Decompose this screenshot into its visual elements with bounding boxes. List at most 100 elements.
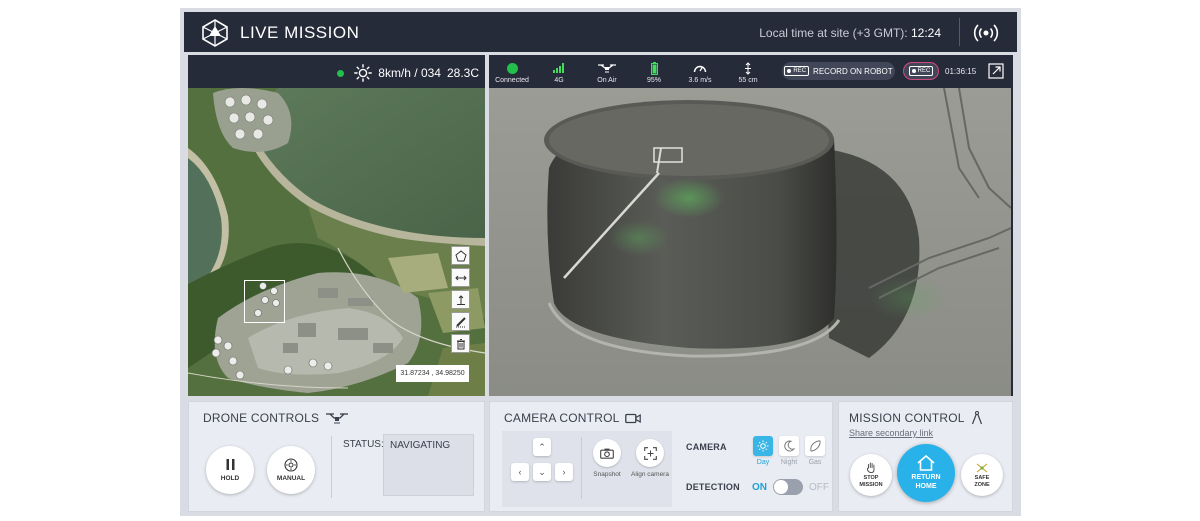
connection-dot-icon [506, 62, 518, 74]
return-home-line1: RETURN [911, 474, 941, 482]
chevron-down-icon: ⌄ [538, 466, 546, 477]
record-button-tag: REC [908, 66, 934, 76]
camera-control-label: CAMERA CONTROL [504, 411, 620, 425]
rec-dot-icon [787, 69, 792, 73]
camera-feed[interactable] [489, 88, 1011, 396]
safe-zone-line2: ZONE [974, 481, 990, 488]
mission-control-title: MISSION CONTROL [849, 411, 983, 425]
selection-box[interactable] [244, 280, 285, 323]
drone-controls-panel: DRONE CONTROLS HOLD MANUAL STATUS: NAVIG… [188, 401, 485, 512]
height-label: 55 cm [738, 77, 758, 84]
detection-off-label: OFF [809, 482, 829, 493]
app-header: LIVE MISSION Local time at site (+3 GMT)… [184, 12, 1017, 52]
align-camera-button[interactable]: Align camera [629, 439, 671, 478]
drone-controls-label: DRONE CONTROLS [203, 411, 320, 425]
rec-tag-label: REC [793, 68, 807, 74]
battery-icon [650, 61, 658, 75]
recording-timer: 01:36:15 [945, 67, 977, 76]
wind-readout: 8km/h / 034 [378, 66, 441, 80]
detection-on-label: ON [752, 482, 767, 493]
chevron-right-icon: › [562, 467, 566, 477]
manual-button[interactable]: MANUAL [267, 446, 315, 494]
camera-control-panel: CAMERA CONTROL ⌃ ‹ ⌄ › Snapshot Align ca… [489, 401, 833, 512]
local-time: Local time at site (+3 GMT): 12:24 [759, 26, 941, 40]
map-toolbar [451, 246, 470, 353]
safe-zone-icon [976, 463, 988, 473]
camera-control-title: CAMERA CONTROL [504, 411, 642, 425]
mode-gas-button[interactable]: Gas [804, 436, 826, 466]
gas-icon [810, 440, 821, 452]
altitude-tool[interactable] [451, 290, 470, 309]
mission-control-label: MISSION CONTROL [849, 411, 965, 425]
pan-down-button[interactable]: ⌄ [533, 463, 551, 481]
sun-icon [757, 440, 769, 452]
hold-label: HOLD [220, 475, 240, 483]
stop-mission-button[interactable]: STOP MISSION [850, 454, 892, 496]
flight-stat: On Air [590, 61, 624, 84]
return-home-line2: HOME [915, 482, 937, 490]
sun-icon [354, 64, 373, 82]
camera-feed-image [489, 88, 1011, 396]
battery-stat: 95% [641, 61, 667, 84]
align-icon [643, 446, 657, 460]
status-display: NAVIGATING [383, 434, 474, 496]
share-secondary-link[interactable]: Share secondary link [849, 428, 933, 438]
return-home-button[interactable]: RETURN HOME [897, 444, 955, 502]
pencil-icon [455, 316, 466, 327]
speed-stat: 3.6 m/s [684, 61, 716, 84]
joystick-icon [284, 458, 298, 472]
chevron-left-icon: ‹ [518, 467, 522, 477]
polygon-tool[interactable] [451, 246, 470, 265]
status-value: NAVIGATING [390, 440, 451, 451]
page-title: LIVE MISSION [240, 23, 360, 42]
height-stat: 55 cm [733, 61, 763, 84]
status-label: STATUS: [343, 439, 384, 450]
app-frame: LIVE MISSION Local time at site (+3 GMT)… [180, 8, 1021, 516]
moon-icon [784, 440, 795, 452]
detection-label: DETECTION [686, 482, 740, 492]
battery-label: 95% [646, 77, 661, 84]
signal-bars-icon [553, 63, 564, 73]
telemetry-bar: Connected 4G On Air 95% 3.6 m/s 55 cm RE… [489, 55, 1013, 88]
broadcast-icon[interactable] [973, 20, 999, 46]
camera-mode-label: CAMERA [686, 442, 727, 452]
record-button-label: REC [917, 68, 931, 74]
hand-stop-icon [866, 462, 875, 474]
mode-night-button[interactable]: Night [778, 436, 800, 466]
rec-tag: REC [784, 66, 810, 76]
satellite-map[interactable] [188, 88, 485, 396]
pan-right-button[interactable]: › [555, 463, 573, 481]
delete-tool[interactable] [451, 334, 470, 353]
stop-mission-line2: MISSION [859, 481, 883, 488]
popout-icon[interactable] [988, 63, 1004, 79]
align-camera-label: Align camera [631, 471, 669, 478]
pan-left-button[interactable]: ‹ [511, 463, 529, 481]
safe-zone-button[interactable]: SAFE ZONE [961, 454, 1003, 496]
header-divider [959, 18, 960, 46]
mode-day-button[interactable]: Day [752, 436, 774, 466]
trash-icon [456, 338, 465, 349]
hold-button[interactable]: HOLD [206, 446, 254, 494]
temperature-readout: 28.3C [446, 66, 479, 80]
drone-icon [326, 413, 349, 424]
map-imagery [188, 88, 485, 396]
detection-toggle[interactable] [773, 479, 803, 495]
network-stat: 4G [544, 61, 574, 84]
mode-day-label: Day [756, 459, 770, 466]
altitude-icon [456, 294, 465, 305]
pan-up-button[interactable]: ⌃ [533, 438, 551, 456]
snapshot-button[interactable]: Snapshot [590, 439, 624, 478]
status-dot [337, 69, 345, 77]
mode-night-label: Night [780, 459, 798, 466]
speedometer-icon [693, 65, 707, 73]
local-time-label: Local time at site (+3 GMT): [759, 26, 908, 40]
record-on-robot-button[interactable]: REC RECORD ON ROBOT [782, 62, 895, 80]
video-camera-icon [625, 413, 642, 423]
network-label: 4G [554, 77, 564, 84]
record-button[interactable]: REC [903, 62, 939, 80]
mission-control-panel: MISSION CONTROL Share secondary link STO… [838, 401, 1013, 512]
ruler-tool[interactable] [451, 268, 470, 287]
home-icon [917, 455, 935, 472]
flight-label: On Air [597, 77, 617, 84]
draw-tool[interactable] [451, 312, 470, 331]
